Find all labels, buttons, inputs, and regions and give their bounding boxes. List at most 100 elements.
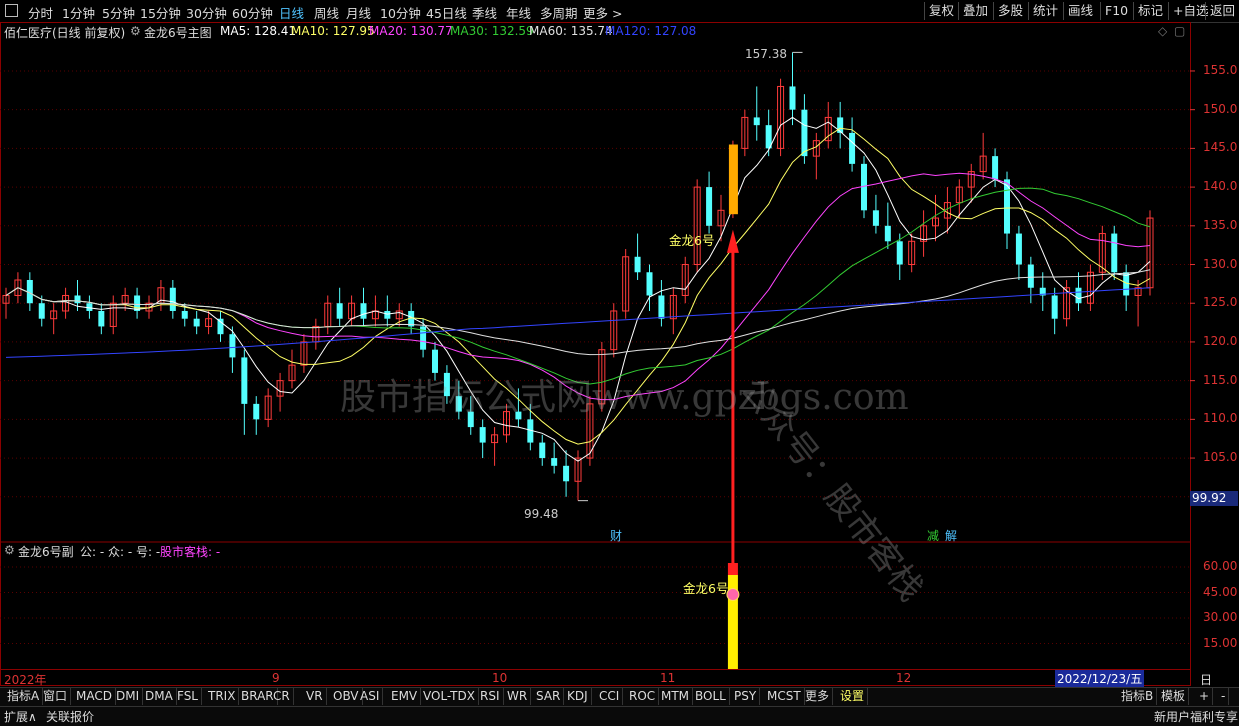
tab-17[interactable]: KDJ (564, 688, 592, 705)
period-14[interactable]: 更多 > (583, 3, 622, 22)
tool-0[interactable]: 复权 (924, 2, 958, 20)
ma60-line (5, 269, 1151, 356)
unlock-marker[interactable]: 解 (945, 527, 957, 544)
period-11[interactable]: 季线 (472, 3, 497, 22)
period-9[interactable]: 10分钟 (380, 3, 421, 22)
tab-19[interactable]: ROC (626, 688, 660, 705)
candle-body-down (74, 295, 81, 304)
candle-body-down (563, 465, 570, 482)
tab-6[interactable]: TRIX (205, 688, 240, 705)
period-1[interactable]: 1分钟 (62, 3, 95, 22)
period-2[interactable]: 5分钟 (102, 3, 135, 22)
gear-icon[interactable]: ⚙ (4, 543, 15, 557)
candle-body-down (1075, 287, 1082, 304)
tool-4[interactable]: 画线 (1063, 2, 1097, 20)
tool-8[interactable]: 返回 (1205, 2, 1239, 20)
tab-9[interactable]: VR (303, 688, 327, 705)
tab-18[interactable]: CCI (596, 688, 624, 705)
sub-indicator-fields: 公: - 众: - 号: - (80, 545, 161, 559)
candle-body-down (658, 295, 665, 319)
tool-1[interactable]: 叠加 (958, 2, 992, 20)
period-7[interactable]: 周线 (314, 3, 339, 22)
signal-label-main: 金龙6号 (669, 233, 715, 248)
candle-body-down (193, 318, 200, 327)
y-label: 110.0 (1203, 411, 1238, 426)
y-label: 105.0 (1203, 450, 1238, 465)
tool-6[interactable]: 标记 (1133, 2, 1167, 20)
linked-quote-button[interactable]: 关联报价 (46, 708, 94, 725)
candle-body-down (706, 187, 713, 226)
indicator-tabs: 指标A 窗口 MACD DMI DMA FSL TRIX BRAR CR VR OBV ASI EMV V… (0, 687, 1239, 706)
tab-21[interactable]: BOLL (692, 688, 730, 705)
period-5[interactable]: 60分钟 (232, 3, 273, 22)
candle-body-down (38, 303, 45, 319)
period-4[interactable]: 30分钟 (186, 3, 227, 22)
window-icon[interactable] (5, 4, 18, 17)
candle-body-down (1015, 233, 1022, 265)
sub-y-label: 30.00 (1203, 610, 1238, 624)
period-8[interactable]: 月线 (346, 3, 371, 22)
tab-right-3[interactable]: - (1218, 688, 1230, 705)
candle-body-down (896, 241, 903, 265)
sub-y-label: 60.00 (1203, 559, 1238, 573)
candle-body-down (1027, 264, 1034, 288)
finance-marker[interactable]: 财 (610, 527, 622, 544)
tab-4[interactable]: DMA (142, 688, 177, 705)
watermark-main: 股市指标公式网www.gpzbgs.com (340, 377, 909, 418)
y-label: 130.0 (1203, 256, 1238, 271)
tab-24[interactable]: 更多 (802, 688, 834, 705)
tool-3[interactable]: 统计 (1028, 2, 1062, 20)
new-user-promo[interactable]: 新用户福利专享 (1154, 708, 1238, 725)
tab-25[interactable]: 设置 (837, 688, 869, 705)
tab-3[interactable]: DMI (113, 688, 144, 705)
period-10[interactable]: 45日线 (426, 3, 467, 22)
current-price-tag: 99.92 (1190, 491, 1238, 506)
tab-1[interactable]: 窗口 (40, 688, 72, 705)
tab-right-0[interactable]: 指标B (1118, 688, 1158, 705)
tab-11[interactable]: ASI (357, 688, 384, 705)
tab-22[interactable]: PSY (731, 688, 761, 705)
tool-2[interactable]: 多股 (993, 2, 1027, 20)
period-13[interactable]: 多周期 (540, 3, 578, 22)
x-axis: 2022年 9 10 11 12 2022/12/23/五 日线 (0, 669, 1212, 704)
candle-body-down (1111, 233, 1118, 273)
tab-12[interactable]: EMV (388, 688, 422, 705)
tab-14[interactable]: RSI (477, 688, 504, 705)
y-label: 140.0 (1203, 179, 1238, 194)
tab-2[interactable]: MACD (73, 688, 116, 705)
sub-indicator-name[interactable]: 金龙6号副 (18, 543, 74, 560)
tab-15[interactable]: WR (504, 688, 532, 705)
candle-body-down (872, 210, 879, 226)
x-label-nov: 11 (660, 671, 676, 685)
signal-icon-sub (726, 588, 740, 601)
tab-right-2[interactable]: + (1196, 688, 1214, 705)
candle-body-down (992, 156, 999, 180)
expand-button[interactable]: 扩展∧ (4, 708, 37, 725)
candle-body-down (479, 427, 486, 443)
y-label: 115.0 (1203, 372, 1238, 387)
kline-chart[interactable] (0, 22, 1239, 687)
period-12[interactable]: 年线 (506, 3, 531, 22)
candle-body-down (384, 310, 391, 319)
y-label: 135.0 (1203, 217, 1238, 232)
candle-body-down (181, 310, 188, 319)
x-label-oct: 10 (492, 671, 508, 685)
tab-right-1[interactable]: 模板 (1158, 688, 1190, 705)
period-toolbar: 分时 1分钟 5分钟 15分钟 30分钟 60分钟 日线 周线 月线 10分钟 45日线 季线 年线 多周… (0, 0, 1239, 23)
tab-5[interactable]: FSL (174, 688, 202, 705)
period-3[interactable]: 15分钟 (140, 3, 181, 22)
tab-16[interactable]: SAR (533, 688, 565, 705)
y-label: 155.0 (1203, 62, 1238, 77)
candle-body-down (360, 303, 367, 319)
reduce-marker[interactable]: 减 (927, 527, 939, 544)
candle-body-down (646, 272, 653, 296)
tab-23[interactable]: MCST (764, 688, 805, 705)
tool-5[interactable]: F10 (1100, 2, 1132, 20)
tab-0[interactable]: 指标A (4, 688, 44, 705)
period-6[interactable]: 日线 (279, 3, 304, 22)
period-0[interactable]: 分时 (28, 3, 53, 22)
tab-20[interactable]: MTM (658, 688, 694, 705)
tab-8[interactable]: CR (270, 688, 294, 705)
tab-13[interactable]: VOL-TDX (420, 688, 479, 705)
ma120-line (5, 287, 1151, 358)
